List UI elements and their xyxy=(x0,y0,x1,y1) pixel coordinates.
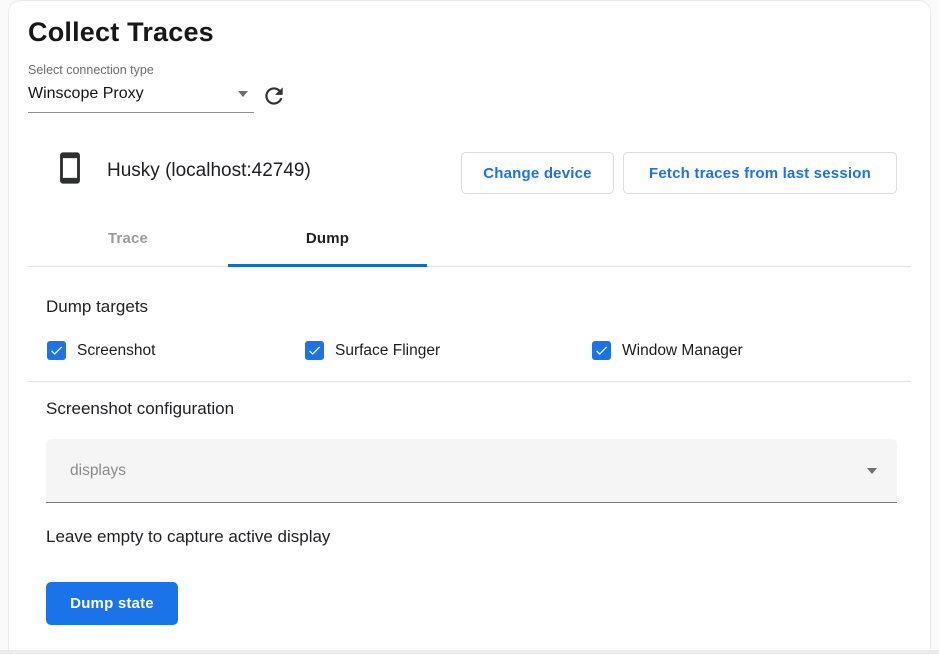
fetch-traces-button[interactable]: Fetch traces from last session xyxy=(623,152,897,194)
change-device-button[interactable]: Change device xyxy=(461,152,614,194)
screenshot-config-heading: Screenshot configuration xyxy=(46,399,234,419)
tabs-divider xyxy=(28,266,911,267)
checkbox-label: Surface Flinger xyxy=(335,342,440,360)
displays-select-value: displays xyxy=(70,462,126,480)
checkbox-checked-box xyxy=(592,341,611,360)
smartphone-icon xyxy=(53,151,87,190)
bottom-edge-strip xyxy=(0,650,939,654)
checkbox-checked-box xyxy=(305,341,324,360)
checkbox-surface-flinger[interactable]: Surface Flinger xyxy=(305,341,440,360)
connection-type-label: Select connection type xyxy=(28,63,154,77)
refresh-icon xyxy=(261,83,287,109)
displays-select[interactable]: displays xyxy=(46,439,897,503)
page-title: Collect Traces xyxy=(28,17,214,48)
chevron-down-icon xyxy=(867,468,877,474)
active-tab-indicator xyxy=(228,264,427,267)
checkbox-screenshot[interactable]: Screenshot xyxy=(47,341,155,360)
checkbox-label: Screenshot xyxy=(77,342,155,360)
device-name: Husky (localhost:42749) xyxy=(107,160,311,182)
check-icon xyxy=(307,343,322,358)
dump-state-button[interactable]: Dump state xyxy=(46,582,178,625)
check-icon xyxy=(49,343,64,358)
tab-dump[interactable]: Dump xyxy=(228,210,427,266)
connection-type-select[interactable]: Winscope Proxy xyxy=(28,82,254,113)
tab-trace[interactable]: Trace xyxy=(28,210,228,266)
check-icon xyxy=(594,343,609,358)
targets-divider xyxy=(28,381,911,382)
checkbox-label: Window Manager xyxy=(622,342,743,360)
refresh-connection-button[interactable] xyxy=(258,80,290,112)
dump-targets-heading: Dump targets xyxy=(46,297,148,317)
capture-hint-text: Leave empty to capture active display xyxy=(46,527,330,547)
connection-type-value: Winscope Proxy xyxy=(28,85,144,103)
checkbox-window-manager[interactable]: Window Manager xyxy=(592,341,743,360)
chevron-down-icon xyxy=(238,91,248,97)
checkbox-checked-box xyxy=(47,341,66,360)
